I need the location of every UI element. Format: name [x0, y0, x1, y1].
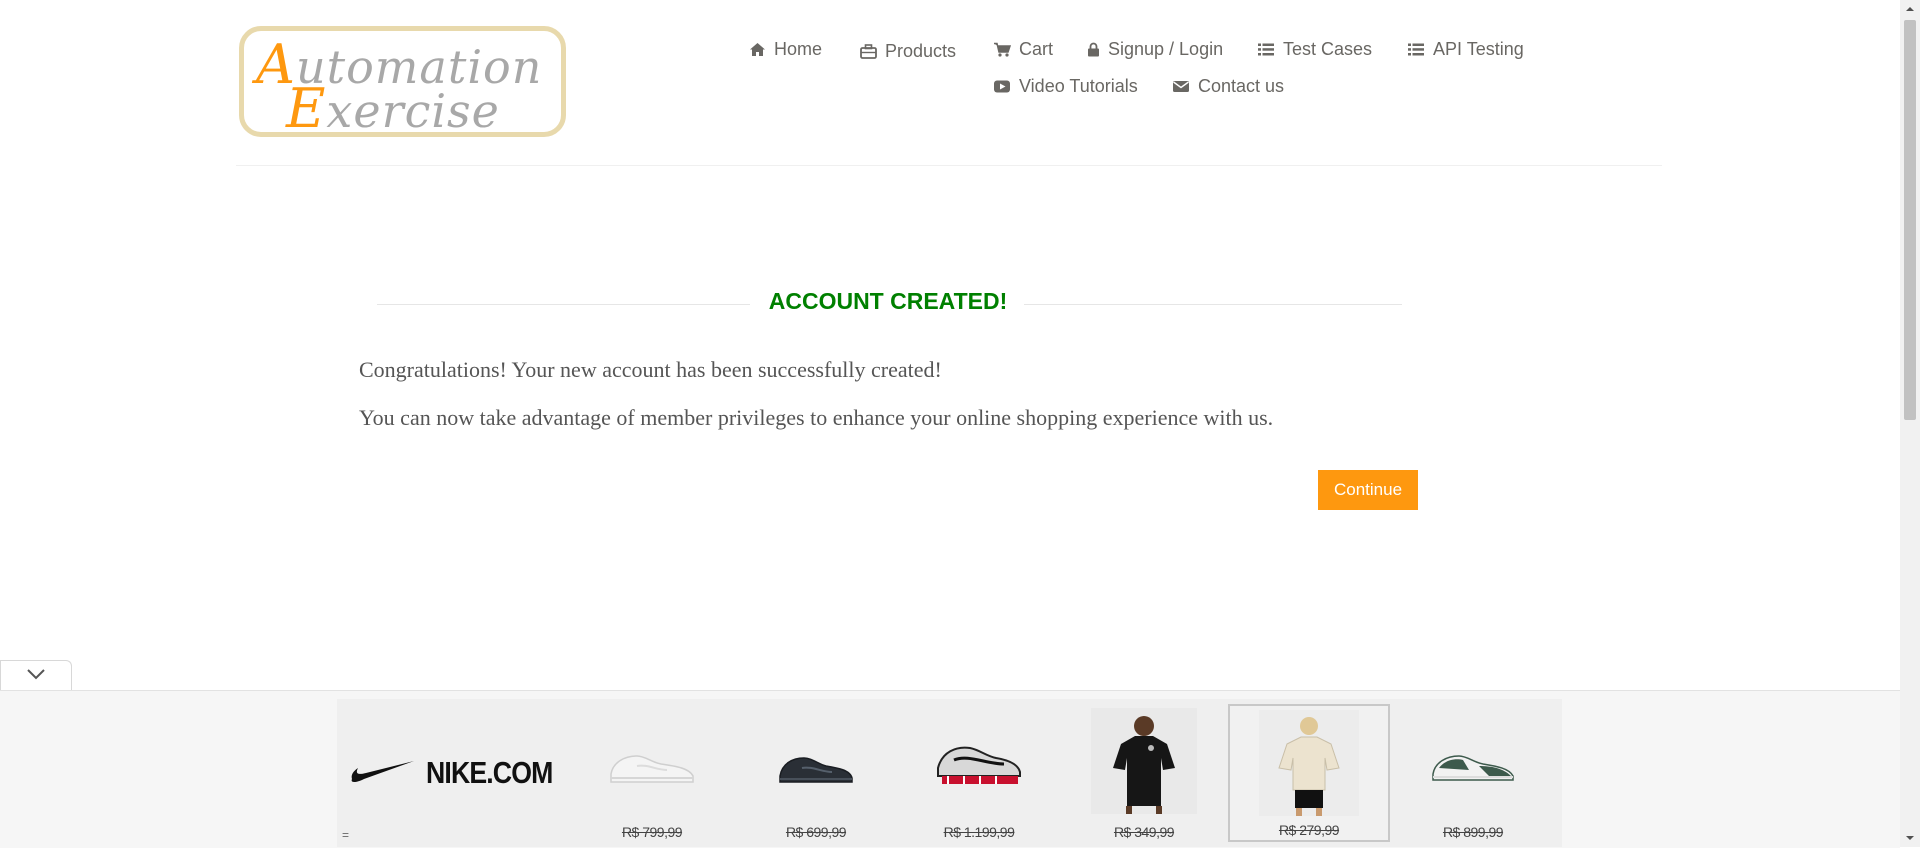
continue-button[interactable]: Continue [1318, 470, 1418, 510]
nav-test-cases-label: Test Cases [1283, 39, 1373, 59]
nav-cart[interactable]: Cart [993, 39, 1053, 60]
ad-product-black-jersey[interactable]: R$ 349,99 [1063, 704, 1225, 842]
nav-products-label: Products [885, 41, 957, 61]
nike-brand-text: NIKE.COM [426, 755, 553, 790]
nav-api-testing[interactable]: API Testing [1407, 39, 1524, 60]
nav-products[interactable]: Products [860, 41, 956, 62]
product-price: R$ 899,99 [1442, 824, 1504, 840]
black-jersey-image [1091, 708, 1197, 814]
nav-api-testing-label: API Testing [1433, 39, 1524, 59]
envelope-icon [1172, 79, 1190, 94]
product-price: R$ 1.199,99 [943, 824, 1015, 840]
logo-rest-exercise: xercise [326, 84, 500, 138]
logo-cap-e: E [286, 77, 327, 140]
title-rule-left [377, 304, 750, 305]
product-price: R$ 799,99 [621, 824, 683, 840]
ad-product-silver-red-shox-sneaker[interactable]: R$ 1.199,99 [898, 704, 1060, 842]
cream-jersey-image [1259, 710, 1359, 816]
ad-product-black-sneaker[interactable]: R$ 699,99 [735, 704, 897, 842]
nav-test-cases[interactable]: Test Cases [1257, 39, 1372, 60]
page-title: ACCOUNT CREATED! [768, 288, 1008, 314]
title-rule-right [1024, 304, 1402, 305]
cart-icon [993, 42, 1011, 57]
black-sneaker-image [776, 748, 856, 786]
scrollbar-thumb[interactable] [1904, 20, 1916, 420]
ad-product-white-sneaker[interactable]: R$ 799,99 [571, 704, 733, 842]
lock-icon [1087, 42, 1100, 57]
ad-product-cream-jersey[interactable]: R$ 279,99 [1228, 704, 1390, 842]
logo-line-exercise: Exercise [286, 77, 500, 140]
header-divider [236, 165, 1662, 166]
nike-logo[interactable]: NIKE.COM [350, 755, 573, 791]
success-message: Congratulations! Your new account has be… [359, 357, 942, 382]
nav-cart-label: Cart [1019, 39, 1054, 59]
ad-menu-handle[interactable]: = [342, 828, 349, 842]
product-price: R$ 279,99 [1278, 822, 1340, 838]
list-icon [1407, 42, 1425, 57]
briefcase-icon [860, 44, 877, 59]
product-price: R$ 699,99 [785, 824, 847, 840]
vertical-scrollbar[interactable] [1900, 0, 1920, 847]
site-logo[interactable]: Automation Exercise [239, 26, 566, 140]
product-price: R$ 349,99 [1113, 824, 1175, 840]
green-sneaker-image [1429, 746, 1517, 786]
nike-swoosh-icon [350, 759, 416, 788]
list-icon [1257, 42, 1275, 57]
nav-video-tutorials[interactable]: Video Tutorials [993, 76, 1138, 97]
youtube-icon [993, 79, 1011, 94]
chevron-down-icon [26, 667, 46, 685]
scroll-down-arrow-icon[interactable] [1900, 829, 1920, 847]
nav-contact-us[interactable]: Contact us [1172, 76, 1284, 97]
nav-contact-us-label: Contact us [1198, 76, 1285, 96]
privileges-message: You can now take advantage of member pri… [359, 405, 1274, 430]
nav-home[interactable]: Home [749, 39, 822, 60]
nav-video-tutorials-label: Video Tutorials [1019, 76, 1138, 96]
nav-signup-login[interactable]: Signup / Login [1087, 39, 1223, 60]
white-sneaker-image [607, 744, 697, 786]
home-icon [749, 42, 766, 57]
silver-red-sneaker-image [934, 738, 1024, 788]
ad-product-green-dunk-sneaker[interactable]: R$ 899,99 [1392, 704, 1554, 842]
nav-signup-login-label: Signup / Login [1108, 39, 1224, 59]
ad-collapse-toggle[interactable] [0, 660, 72, 690]
nav-home-label: Home [774, 39, 823, 59]
scroll-up-arrow-icon[interactable] [1900, 0, 1920, 18]
